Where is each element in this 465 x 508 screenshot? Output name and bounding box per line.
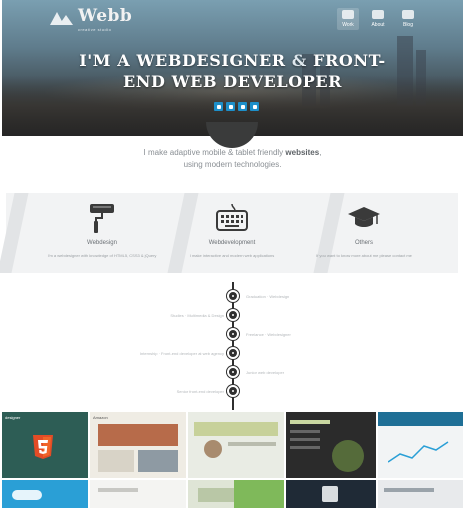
portfolio-thumbnail[interactable] bbox=[2, 480, 88, 508]
line-graph-icon bbox=[388, 441, 449, 463]
timeline-entry: Senior front-end developer bbox=[176, 389, 224, 394]
html5-icon bbox=[33, 435, 53, 459]
logo-mountain-icon bbox=[50, 11, 74, 25]
portfolio-thumbnail[interactable] bbox=[378, 480, 463, 508]
nav-item-work[interactable]: Work bbox=[337, 8, 359, 30]
headline-line2: END WEB DEVELOPER bbox=[122, 72, 343, 91]
timeline-entry: Junior web developer bbox=[246, 370, 285, 375]
dribbble-icon[interactable] bbox=[238, 102, 247, 111]
nav-label: About bbox=[371, 22, 385, 28]
hero-headline: I'M A WEBDESIGNER & FRONT- END WEB DEVEL… bbox=[2, 50, 463, 92]
service-webdesign: Webdesign I'm a webdesigner with knowled… bbox=[42, 200, 162, 259]
timeline-node[interactable] bbox=[227, 347, 239, 359]
nav-item-about[interactable]: About bbox=[367, 8, 389, 30]
service-title: Webdevelopment bbox=[208, 240, 256, 246]
portfolio-thumbnail[interactable]: Amazon bbox=[90, 412, 186, 478]
graduation-cap-icon bbox=[304, 200, 424, 234]
service-desc: If you want to know more about me please… bbox=[316, 253, 412, 258]
timeline-entry: Freelance · Webdesigner bbox=[246, 332, 291, 337]
keyboard-icon bbox=[172, 200, 292, 234]
headline-part: FRONT- bbox=[306, 51, 386, 70]
headline-part: I'M A WEBDESIGNER bbox=[79, 51, 292, 70]
timeline-node[interactable] bbox=[227, 366, 239, 378]
portfolio-thumbnail[interactable] bbox=[286, 412, 376, 478]
facebook-icon[interactable] bbox=[226, 102, 235, 111]
nav-label: Work bbox=[342, 22, 354, 28]
service-desc: I'm a webdesigner with knowledge of HTML… bbox=[47, 253, 157, 258]
timeline-entry: Graduation · Webdesign bbox=[246, 294, 290, 299]
service-others: Others If you want to know more about me… bbox=[304, 200, 424, 259]
timeline-node[interactable] bbox=[227, 290, 239, 302]
service-desc: I make interactive and modern web applic… bbox=[189, 253, 275, 258]
portfolio-thumbnail[interactable] bbox=[234, 480, 284, 508]
timeline-node[interactable] bbox=[227, 309, 239, 321]
intro-line2: using modern technologies. bbox=[183, 160, 282, 169]
site-logo[interactable]: Webb creative studio bbox=[50, 6, 133, 32]
logo-subtitle: creative studio bbox=[78, 27, 112, 32]
timeline-node[interactable] bbox=[227, 328, 239, 340]
portfolio-thumbnail[interactable] bbox=[188, 412, 284, 478]
intro-line1: I make adaptive mobile & tablet friendly bbox=[143, 148, 286, 157]
portfolio-thumbnail[interactable] bbox=[286, 480, 376, 508]
thumbnail-label: designer bbox=[5, 415, 21, 420]
portfolio-thumbnail[interactable] bbox=[90, 480, 186, 508]
twitter-icon[interactable] bbox=[214, 102, 223, 111]
service-title: Others bbox=[354, 240, 373, 246]
timeline-entry: Internship · Front-end developer at web … bbox=[139, 351, 224, 356]
headline-ampersand: & bbox=[291, 51, 307, 70]
timeline-node[interactable] bbox=[227, 385, 239, 397]
paint-roller-icon bbox=[42, 200, 162, 234]
hero-banner: Webb creative studio Work About Blog I'M… bbox=[2, 0, 463, 136]
thumbnail-label: Amazon bbox=[93, 415, 108, 420]
about-icon bbox=[372, 10, 384, 19]
intro-keyword: websites bbox=[285, 148, 320, 157]
linkedin-icon[interactable] bbox=[250, 102, 259, 111]
service-webdevelopment: Webdevelopment I make interactive and mo… bbox=[172, 200, 292, 259]
portfolio-thumbnails: designer Amazon bbox=[2, 412, 463, 508]
intro-text: I make adaptive mobile & tablet friendly… bbox=[0, 147, 465, 171]
nav-item-blog[interactable]: Blog bbox=[397, 8, 419, 30]
social-links bbox=[214, 102, 259, 111]
work-icon bbox=[342, 10, 354, 19]
portfolio-thumbnail[interactable] bbox=[378, 412, 463, 478]
nav-label: Blog bbox=[402, 22, 413, 28]
blog-icon bbox=[402, 10, 414, 19]
logo-text: Webb bbox=[78, 6, 133, 26]
service-title: Webdesign bbox=[87, 240, 117, 246]
timeline-entry: Studies · Multimedia & Design bbox=[170, 313, 224, 318]
top-navigation: Work About Blog bbox=[337, 8, 419, 30]
portfolio-thumbnail[interactable]: designer bbox=[2, 412, 88, 478]
intro-punct: , bbox=[319, 148, 322, 157]
hero-bottom-notch bbox=[206, 122, 258, 148]
